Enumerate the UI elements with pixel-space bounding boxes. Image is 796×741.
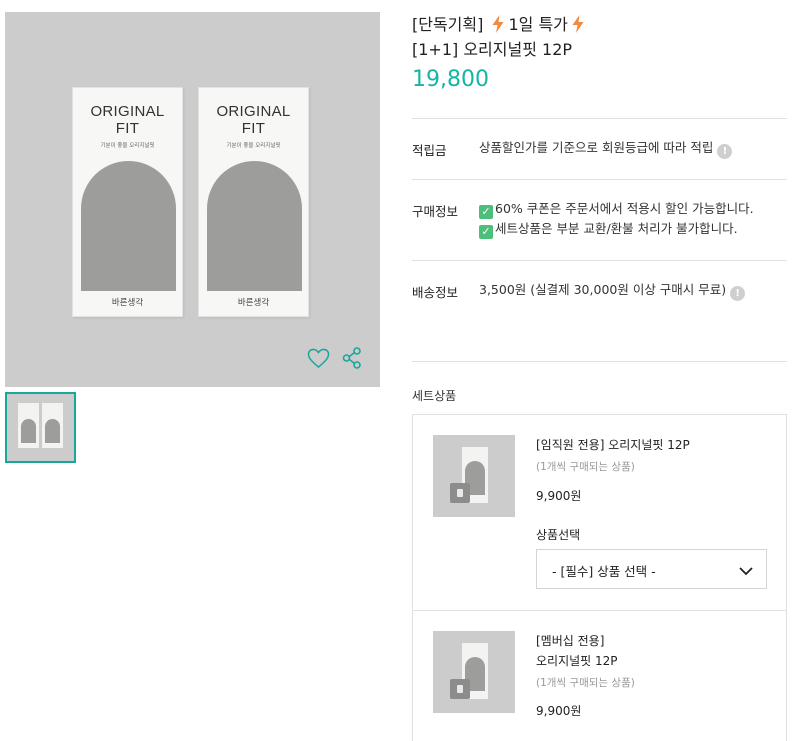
package-left: ORIGINAL FIT 기분이 좋을 오리지널핏 바른생각	[72, 87, 183, 317]
heart-icon[interactable]	[307, 348, 330, 373]
shipping-value: 3,500원 (실결제 30,000원 이상 구매시 무료)!	[479, 280, 746, 301]
thumbnail-selected[interactable]	[5, 392, 76, 463]
product-price: 19,800	[412, 67, 489, 92]
option-select-label: 상품선택	[536, 528, 581, 542]
set-item-note: (1개씩 구매되는 상품)	[536, 677, 635, 689]
thumb-package	[18, 403, 39, 448]
set-item-name-line1: [멤버십 전용]	[536, 634, 605, 648]
package-title: ORIGINAL FIT	[216, 103, 291, 137]
divider	[412, 260, 787, 261]
set-item-image	[433, 435, 515, 517]
bolt-icon	[491, 15, 505, 33]
set-item-name: [임직원 전용] 오리지널핏 12P	[536, 438, 690, 452]
set-item-image	[433, 631, 515, 713]
package-window	[207, 161, 302, 291]
divider	[412, 179, 787, 180]
divider	[412, 118, 787, 119]
product-name-line2: [1+1] 오리지널핏 12P	[412, 40, 573, 59]
package-subtitle: 기분이 좋을 오리지널핏	[226, 143, 281, 149]
share-icon[interactable]	[342, 347, 362, 373]
package-window	[81, 161, 176, 291]
check-icon: ✓	[479, 205, 493, 219]
info-icon[interactable]: !	[730, 286, 746, 301]
purchase-info-label: 구매정보	[412, 204, 459, 219]
divider	[413, 610, 786, 611]
points-label: 적립금	[412, 143, 447, 158]
set-item-price: 9,900원	[536, 704, 582, 718]
daily-deal-text: 1일 특가	[508, 15, 568, 34]
package-title: ORIGINAL FIT	[90, 103, 165, 137]
set-item-note: (1개씩 구매되는 상품)	[536, 461, 635, 473]
purchase-info-line2: ✓ 세트상품은 부분 교환/환불 처리가 불가합니다.	[479, 219, 738, 239]
set-products-list: [임직원 전용] 오리지널핏 12P (1개씩 구매되는 상품) 9,900원 …	[412, 414, 787, 741]
shipping-label: 배송정보	[412, 285, 459, 300]
package-brand: 바른생각	[237, 298, 270, 308]
lock-icon	[450, 483, 470, 503]
set-products-title: 세트상품	[412, 389, 457, 403]
divider	[412, 361, 787, 362]
set-item-name-line2: 오리지널핏 12P	[536, 654, 618, 668]
image-actions	[307, 347, 362, 373]
main-product-image: ORIGINAL FIT 기분이 좋을 오리지널핏 바른생각 ORIGINAL FI…	[5, 12, 380, 387]
thumb-package	[42, 403, 63, 448]
check-icon: ✓	[479, 225, 493, 239]
purchase-info-line1: ✓ 60% 쿠폰은 주문서에서 적용시 할인 가능합니다.	[479, 199, 754, 219]
exclusive-tag: [단독기획]	[412, 15, 484, 34]
lock-icon	[450, 679, 470, 699]
option-select-value: - [필수] 상품 선택 -	[552, 564, 656, 579]
set-item-price: 9,900원	[536, 489, 582, 503]
option-select[interactable]: - [필수] 상품 선택 -	[536, 549, 767, 589]
bolt-icon	[571, 15, 585, 33]
package-brand: 바른생각	[111, 298, 144, 308]
package-right: ORIGINAL FIT 기분이 좋을 오리지널핏 바른생각	[198, 87, 309, 317]
chevron-down-icon	[738, 562, 754, 581]
info-icon[interactable]: !	[717, 144, 733, 159]
product-name-line1: [단독기획] 1일 특가	[412, 14, 588, 36]
package-subtitle: 기분이 좋을 오리지널핏	[100, 143, 155, 149]
points-value: 상품할인가를 기준으로 회원등급에 따라 적립!	[479, 138, 733, 159]
